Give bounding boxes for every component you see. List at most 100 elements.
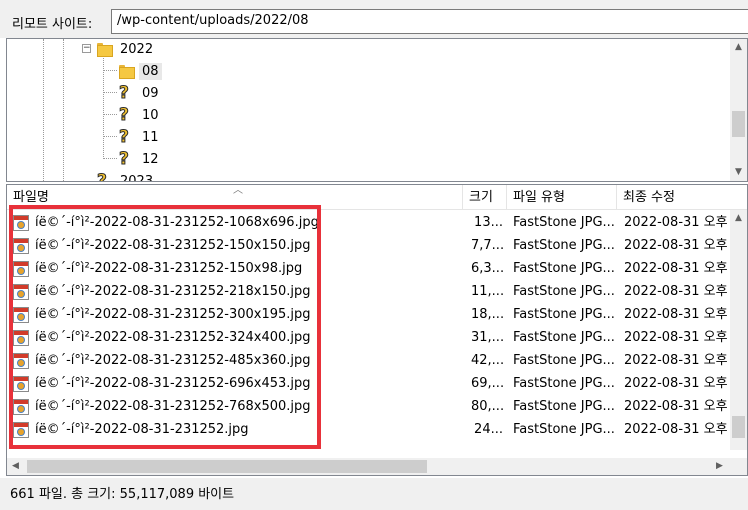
jpg-file-icon	[13, 260, 29, 277]
file-modified-cell: 2022-08-31 오후	[624, 238, 728, 253]
remote-directory-tree[interactable]: − 2022 08 ? 09 ? 10 ? 11 ? 12 ? 2023 ▲ ▼	[6, 38, 748, 182]
file-size-cell: 69,...	[471, 376, 503, 391]
file-type-cell: FastStone JPG...	[513, 238, 615, 253]
table-row[interactable]: íë©´-í°ì²-2022-08-31-231252-300x195.jpg 1…	[7, 303, 747, 326]
tree-item-year[interactable]: 2022	[97, 39, 156, 59]
table-row[interactable]: íë©´-í°ì²-2022-08-31-231252-696x453.jpg 6…	[7, 372, 747, 395]
file-size-cell: 18,...	[471, 307, 503, 322]
tree-item-month-12[interactable]: ? 12	[119, 149, 162, 169]
tree-guide-line	[43, 39, 44, 181]
collapse-toggle-icon[interactable]: −	[82, 44, 91, 53]
unknown-folder-icon: ?	[119, 149, 130, 169]
remote-site-label: 리모트 사이트:	[12, 17, 93, 32]
file-name-cell: íë©´-í°ì²-2022-08-31-231252-324x400.jpg	[13, 326, 463, 349]
unknown-folder-icon: ?	[119, 105, 130, 125]
column-header-modified[interactable]: 최종 수정	[617, 185, 747, 210]
file-size-cell: 31,...	[471, 330, 503, 345]
scroll-thumb[interactable]	[27, 460, 427, 473]
file-name-text: íë©´-í°ì²-2022-08-31-231252-485x360.jpg	[35, 353, 311, 368]
file-name-cell: íë©´-í°ì²-2022-08-31-231252-300x195.jpg	[13, 303, 463, 326]
tree-item-month-10[interactable]: ? 10	[119, 105, 162, 125]
scroll-down-icon[interactable]: ▼	[730, 164, 747, 181]
tree-guide-line	[103, 136, 117, 137]
file-type-cell: FastStone JPG...	[513, 422, 615, 437]
file-name-cell: íë©´-í°ì²-2022-08-31-231252-696x453.jpg	[13, 372, 463, 395]
file-name-text: íë©´-í°ì²-2022-08-31-231252-218x150.jpg	[35, 284, 311, 299]
jpg-file-icon	[13, 398, 29, 415]
column-header-type[interactable]: 파일 유형	[507, 185, 617, 210]
jpg-file-icon	[13, 375, 29, 392]
scroll-right-icon[interactable]: ▶	[711, 458, 728, 475]
file-modified-cell: 2022-08-31 오후	[624, 422, 728, 437]
file-name-cell: íë©´-í°ì²-2022-08-31-231252-150x98.jpg	[13, 257, 463, 280]
file-type-cell: FastStone JPG...	[513, 284, 615, 299]
scroll-left-icon[interactable]: ◀	[7, 458, 24, 475]
jpg-file-icon	[13, 283, 29, 300]
file-name-text: íë©´-í°ì²-2022-08-31-231252-696x453.jpg	[35, 376, 311, 391]
tree-item-month-09[interactable]: ? 09	[119, 83, 162, 103]
column-header-size[interactable]: 크기	[463, 185, 507, 210]
tree-guide-line	[103, 158, 117, 159]
tree-item-label: 09	[142, 85, 159, 101]
file-list-horizontal-scrollbar[interactable]: ◀ ▶	[7, 458, 747, 475]
folder-icon	[97, 43, 113, 57]
unknown-folder-icon: ?	[119, 127, 130, 147]
scroll-up-icon[interactable]: ▲	[730, 39, 747, 56]
tree-item-month-11[interactable]: ? 11	[119, 127, 162, 147]
file-modified-cell: 2022-08-31 오후	[624, 215, 728, 230]
file-modified-cell: 2022-08-31 오후	[624, 330, 728, 345]
column-header-name[interactable]: 파일명	[7, 185, 463, 210]
file-type-cell: FastStone JPG...	[513, 261, 615, 276]
scroll-up-icon[interactable]: ▲	[730, 210, 747, 227]
file-modified-cell: 2022-08-31 오후	[624, 399, 728, 414]
tree-item-next-year[interactable]: ? 2023	[97, 171, 156, 182]
file-type-cell: FastStone JPG...	[513, 330, 615, 345]
tree-vertical-scrollbar[interactable]: ▲ ▼	[730, 39, 747, 181]
file-size-cell: 7,7...	[471, 238, 503, 253]
table-row[interactable]: íë©´-í°ì²-2022-08-31-231252.jpg 24... Fast…	[7, 418, 747, 441]
tree-item-month-08[interactable]: 08	[119, 61, 162, 81]
jpg-file-icon	[13, 329, 29, 346]
tree-item-label: 2023	[120, 173, 154, 182]
file-name-text: íë©´-í°ì²-2022-08-31-231252-768x500.jpg	[35, 399, 311, 414]
status-text: 661 파일. 총 크기: 55,117,089 바이트	[10, 487, 235, 502]
file-name-cell: íë©´-í°ì²-2022-08-31-231252-485x360.jpg	[13, 349, 463, 372]
jpg-file-icon	[13, 421, 29, 438]
table-row[interactable]: íë©´-í°ì²-2022-08-31-231252-218x150.jpg 1…	[7, 280, 747, 303]
file-name-text: íë©´-í°ì²-2022-08-31-231252-1068x696.jpg	[35, 215, 319, 230]
table-row[interactable]: íë©´-í°ì²-2022-08-31-231252-324x400.jpg 3…	[7, 326, 747, 349]
file-list-vertical-scrollbar[interactable]: ▲	[730, 210, 747, 450]
table-row[interactable]: íë©´-í°ì²-2022-08-31-231252-150x98.jpg 6,…	[7, 257, 747, 280]
file-name-cell: íë©´-í°ì²-2022-08-31-231252-218x150.jpg	[13, 280, 463, 303]
file-type-cell: FastStone JPG...	[513, 353, 615, 368]
jpg-file-icon	[13, 237, 29, 254]
tree-guide-line	[103, 114, 117, 115]
folder-icon	[119, 65, 135, 79]
scroll-thumb[interactable]	[732, 111, 745, 137]
file-modified-cell: 2022-08-31 오후	[624, 376, 728, 391]
table-row[interactable]: íë©´-í°ì²-2022-08-31-231252-150x150.jpg 7…	[7, 234, 747, 257]
file-name-text: íë©´-í°ì²-2022-08-31-231252.jpg	[35, 422, 249, 437]
file-name-text: íë©´-í°ì²-2022-08-31-231252-150x98.jpg	[35, 261, 303, 276]
jpg-file-icon	[13, 214, 29, 231]
jpg-file-icon	[13, 352, 29, 369]
file-name-cell: íë©´-í°ì²-2022-08-31-231252-768x500.jpg	[13, 395, 463, 418]
jpg-file-icon	[13, 306, 29, 323]
table-row[interactable]: íë©´-í°ì²-2022-08-31-231252-485x360.jpg 4…	[7, 349, 747, 372]
remote-path-input[interactable]: /wp-content/uploads/2022/08	[111, 9, 748, 34]
remote-site-bar: 리모트 사이트: /wp-content/uploads/2022/08	[0, 0, 748, 38]
file-name-cell: íë©´-í°ì²-2022-08-31-231252.jpg	[13, 418, 463, 441]
scroll-thumb[interactable]	[732, 416, 745, 438]
file-size-cell: 11,...	[471, 284, 503, 299]
status-bar: 661 파일. 총 크기: 55,117,089 바이트	[0, 478, 748, 510]
file-list-header: ︿ 파일명 크기 파일 유형 최종 수정	[7, 185, 747, 210]
table-row[interactable]: íë©´-í°ì²-2022-08-31-231252-1068x696.jpg…	[7, 211, 747, 234]
file-modified-cell: 2022-08-31 오후	[624, 307, 728, 322]
file-name-cell: íë©´-í°ì²-2022-08-31-231252-150x150.jpg	[13, 234, 463, 257]
tree-guide-line	[103, 70, 117, 71]
table-row[interactable]: íë©´-í°ì²-2022-08-31-231252-768x500.jpg 8…	[7, 395, 747, 418]
file-size-cell: 6,3...	[471, 261, 503, 276]
tree-item-label: 11	[142, 129, 159, 145]
tree-guide-line	[63, 39, 64, 181]
remote-file-list[interactable]: ︿ 파일명 크기 파일 유형 최종 수정 íë©´-í°ì²-2022-08-3…	[6, 184, 748, 476]
